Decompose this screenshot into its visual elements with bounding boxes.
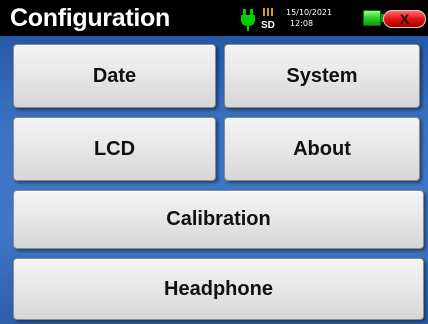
system-button[interactable]: System — [224, 44, 420, 108]
close-button[interactable]: X — [383, 10, 426, 28]
status-bar: Configuration SD 15/10/2021 12:08 X — [0, 0, 428, 36]
lcd-button[interactable]: LCD — [13, 117, 216, 181]
battery-icon — [363, 10, 381, 26]
power-plug-icon — [241, 9, 255, 31]
configuration-screen: Configuration SD 15/10/2021 12:08 X Date… — [0, 0, 428, 324]
calibration-button[interactable]: Calibration — [13, 190, 424, 249]
sd-label: SD — [261, 20, 275, 31]
date-button[interactable]: Date — [13, 44, 216, 108]
status-time: 12:08 — [290, 19, 314, 28]
headphone-button[interactable]: Headphone — [13, 258, 424, 320]
close-icon: X — [399, 11, 410, 27]
page-title: Configuration — [10, 4, 170, 32]
about-button[interactable]: About — [224, 117, 420, 181]
status-date: 15/10/2021 — [286, 8, 333, 17]
